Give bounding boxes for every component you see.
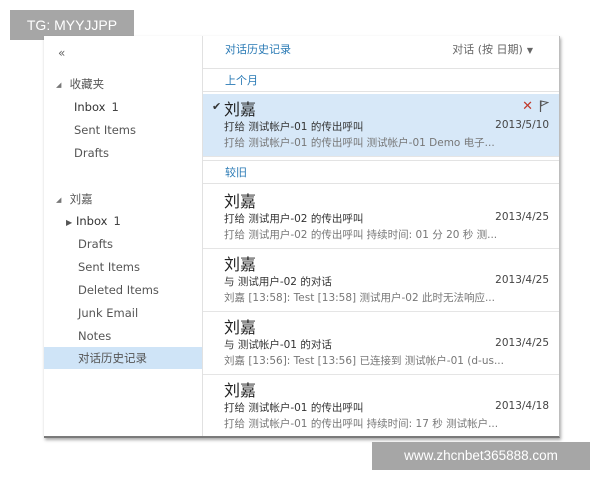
delete-icon[interactable]: ✕ xyxy=(522,99,533,114)
favorites-drafts[interactable]: Drafts xyxy=(44,142,202,164)
favorites-inbox[interactable]: Inbox 1 xyxy=(44,96,202,118)
account-inbox[interactable]: ▶ Inbox 1 xyxy=(44,210,202,232)
expand-triangle-icon: ◢ xyxy=(56,195,62,204)
conversation-subject: 打给 测试帐户-01 的传出呼叫 xyxy=(224,402,364,414)
sender-name: 刘嘉 xyxy=(224,318,257,337)
flag-icon[interactable] xyxy=(539,100,549,112)
conversation-preview: 打给 测试帐户-01 的传出呼叫 持续时间: 17 秒 测试帐户... xyxy=(224,418,499,430)
conversation-item[interactable]: 刘嘉 与 测试用户-02 的对话 2013/4/25 刘嘉 [13:58]: T… xyxy=(203,249,559,312)
unread-count: 1 xyxy=(113,214,121,228)
conversation-preview: 刘嘉 [13:58]: Test [13:58] 测试用户-02 此时无法响应.… xyxy=(224,292,495,304)
favorites-header-label: 收藏夹 xyxy=(69,77,105,91)
section-header-last-month[interactable]: 上个月 xyxy=(203,68,559,92)
expand-triangle-icon: ◢ xyxy=(56,80,62,89)
nav-label: Notes xyxy=(78,329,112,343)
nav-label: Junk Email xyxy=(78,306,139,320)
account-header[interactable]: ◢ 刘嘉 xyxy=(56,191,93,207)
nav-label: 对话历史记录 xyxy=(78,351,147,365)
folder-title: 对话历史记录 xyxy=(225,43,291,56)
sort-label: 对话 (按 日期) xyxy=(452,43,523,56)
message-list-pane: 对话历史记录 对话 (按 日期) ▼ 上个月 ✔ 刘嘉 ✕ 打给 测试帐户-01 … xyxy=(203,36,559,436)
nav-label: Inbox xyxy=(74,100,106,114)
conversation-item[interactable]: ✔ 刘嘉 ✕ 打给 测试帐户-01 的传出呼叫 2013/5/10 打给 测试帐… xyxy=(203,94,559,157)
account-junk-email[interactable]: Junk Email xyxy=(44,302,202,324)
nav-label: Drafts xyxy=(78,237,113,251)
sender-name: 刘嘉 xyxy=(224,100,257,119)
conversation-date: 2013/4/25 xyxy=(495,274,549,286)
account-drafts[interactable]: Drafts xyxy=(44,233,202,255)
chevron-down-icon: ▼ xyxy=(526,46,533,55)
outlook-window: « ◢ 收藏夹 Inbox 1 Sent Items Drafts ◢ 刘嘉 ▶ I… xyxy=(44,36,560,438)
collapse-pane-button[interactable]: « xyxy=(58,46,65,60)
conversation-date: 2013/4/25 xyxy=(495,211,549,223)
conversation-preview: 刘嘉 [13:56]: Test [13:56] 已连接到 测试帐户-01 (d… xyxy=(224,355,504,367)
conversation-subject: 打给 测试帐户-01 的传出呼叫 xyxy=(224,121,364,133)
conversation-item[interactable]: 刘嘉 打给 测试用户-02 的传出呼叫 2013/4/25 打给 测试用户-02… xyxy=(203,186,559,249)
account-notes[interactable]: Notes xyxy=(44,325,202,347)
favorites-sent-items[interactable]: Sent Items xyxy=(44,119,202,141)
conversation-date: 2013/4/25 xyxy=(495,337,549,349)
favorites-header[interactable]: ◢ 收藏夹 xyxy=(56,76,104,92)
account-sent-items[interactable]: Sent Items xyxy=(44,256,202,278)
section-header-older[interactable]: 较旧 xyxy=(203,160,559,184)
folder-pane: « ◢ 收藏夹 Inbox 1 Sent Items Drafts ◢ 刘嘉 ▶ I… xyxy=(44,36,203,436)
nav-label: Deleted Items xyxy=(78,283,159,297)
unread-count: 1 xyxy=(111,100,119,114)
sort-dropdown[interactable]: 对话 (按 日期) ▼ xyxy=(452,41,533,57)
url-watermark: www.zhcnbet365888.com xyxy=(372,442,590,470)
account-header-label: 刘嘉 xyxy=(69,192,93,206)
conversation-item[interactable]: 刘嘉 打给 测试帐户-01 的传出呼叫 2013/4/18 打给 测试帐户-01… xyxy=(203,375,559,436)
nav-label: Drafts xyxy=(74,146,109,160)
nav-label: Sent Items xyxy=(78,260,140,274)
nav-label: Inbox xyxy=(76,214,108,228)
conversation-subject: 与 测试用户-02 的对话 xyxy=(224,276,332,288)
conversation-subject: 打给 测试用户-02 的传出呼叫 xyxy=(224,213,364,225)
sender-name: 刘嘉 xyxy=(224,255,257,274)
sender-name: 刘嘉 xyxy=(224,192,257,211)
account-conversation-history[interactable]: 对话历史记录 xyxy=(44,347,202,369)
conversation-subject: 与 测试帐户-01 的对话 xyxy=(224,339,332,351)
conversation-preview: 打给 测试用户-02 的传出呼叫 持续时间: 01 分 20 秒 测... xyxy=(224,229,498,241)
conversation-date: 2013/4/18 xyxy=(495,400,549,412)
conversation-date: 2013/5/10 xyxy=(495,119,549,131)
checkmark-icon: ✔ xyxy=(212,100,222,113)
conversation-item[interactable]: 刘嘉 与 测试帐户-01 的对话 2013/4/25 刘嘉 [13:56]: T… xyxy=(203,312,559,375)
conversation-preview: 打给 测试帐户-01 的传出呼叫 测试帐户-01 Demo 电子... xyxy=(224,137,495,149)
account-deleted-items[interactable]: Deleted Items xyxy=(44,279,202,301)
nav-label: Sent Items xyxy=(74,123,136,137)
sender-name: 刘嘉 xyxy=(224,381,257,400)
expand-arrow-icon[interactable]: ▶ xyxy=(66,212,76,234)
